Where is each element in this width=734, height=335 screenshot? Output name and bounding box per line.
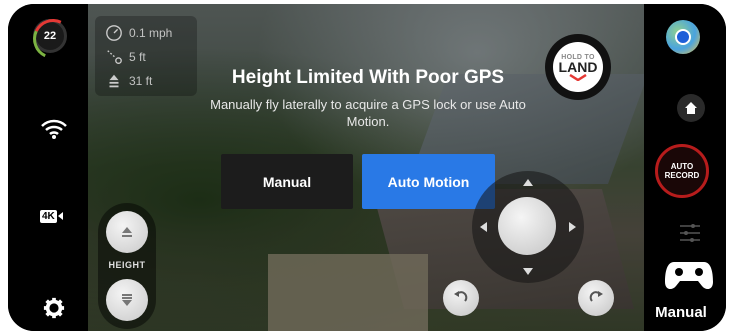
home-icon — [685, 102, 697, 114]
joystick-knob[interactable] — [498, 197, 556, 255]
rotate-left-button[interactable] — [443, 280, 479, 316]
map-icon — [675, 29, 691, 45]
distance-icon — [107, 50, 122, 64]
speedometer-icon — [106, 25, 122, 41]
rotate-right-button[interactable] — [578, 280, 614, 316]
battery-value: 22 — [43, 30, 57, 42]
height-control: HEIGHT — [98, 203, 156, 329]
ascend-icon — [122, 227, 132, 237]
resolution-badge[interactable]: 4K — [40, 208, 68, 224]
phone-screen: 0.1 mph 5 ft 31 ft Height Limited With P… — [8, 4, 726, 331]
altitude-row: 31 ft — [105, 72, 152, 90]
land-face: HOLD TO LAND — [553, 42, 603, 92]
map-button[interactable] — [666, 20, 700, 54]
flight-mode-label[interactable]: Manual — [646, 304, 716, 321]
lateral-joystick[interactable] — [472, 171, 584, 283]
ascend-button[interactable] — [106, 211, 148, 253]
auto-record-button[interactable]: AUTO RECORD — [655, 144, 709, 198]
gamepad-icon[interactable] — [664, 258, 714, 292]
descend-button[interactable] — [106, 279, 148, 321]
chevron-down-icon — [569, 73, 587, 81]
manual-button[interactable]: Manual — [221, 154, 353, 209]
altitude-value: 31 ft — [129, 74, 153, 88]
rotate-right-icon — [589, 291, 603, 302]
battery-indicator: 22 — [33, 19, 67, 53]
rotate-left-icon — [454, 291, 468, 302]
auto-record-line1: AUTO — [670, 162, 694, 171]
distance-row: 5 ft — [105, 48, 146, 66]
hold-to-land-button[interactable]: HOLD TO LAND — [545, 34, 611, 100]
distance-value: 5 ft — [129, 50, 146, 64]
altitude-icon — [109, 74, 119, 88]
home-button[interactable] — [677, 94, 705, 122]
wifi-icon[interactable] — [40, 118, 68, 140]
auto-record-line2: RECORD — [664, 171, 700, 180]
dialog-message: Manually fly laterally to acquire a GPS … — [210, 97, 526, 129]
speed-row: 0.1 mph — [105, 24, 172, 42]
camera-icon — [57, 212, 63, 220]
gear-icon[interactable] — [43, 297, 65, 319]
left-sidebar: 22 4K — [8, 4, 88, 331]
resolution-badge-label: 4K — [40, 209, 57, 223]
descend-icon — [122, 294, 132, 306]
camera-feed: 0.1 mph 5 ft 31 ft Height Limited With P… — [88, 4, 649, 331]
right-sidebar: AUTO RECORD Manual — [644, 4, 726, 331]
telemetry-panel: 0.1 mph 5 ft 31 ft — [95, 16, 197, 96]
sliders-icon[interactable] — [678, 222, 702, 244]
land-label: LAND — [558, 58, 598, 75]
dialog-title: Height Limited With Poor GPS — [231, 67, 505, 88]
speed-value: 0.1 mph — [129, 26, 173, 40]
height-label: HEIGHT — [108, 260, 146, 270]
